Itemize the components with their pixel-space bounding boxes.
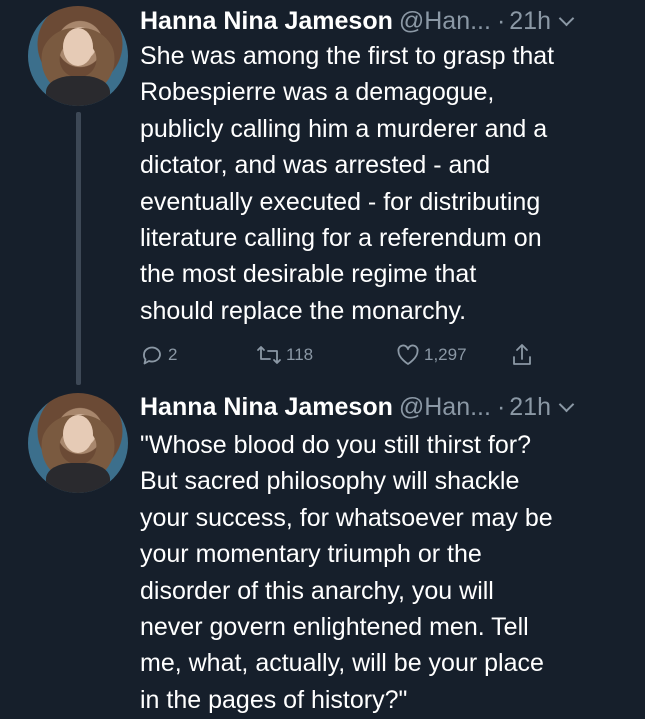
- reply-icon: [143, 346, 161, 365]
- author-handle[interactable]: @Han...: [399, 392, 491, 422]
- separator-dot: ·: [496, 7, 506, 35]
- author-name[interactable]: Hanna Nina Jameson: [140, 6, 393, 36]
- timestamp[interactable]: 21h: [509, 392, 551, 422]
- avatar-face: [63, 415, 93, 453]
- share-button[interactable]: [510, 342, 534, 368]
- tweet-header: Hanna Nina Jameson @Han... · 21h: [140, 391, 575, 423]
- reply-button[interactable]: 2: [140, 343, 256, 367]
- retweet-icon: [257, 346, 281, 364]
- avatar[interactable]: [28, 6, 128, 106]
- share-icon: [513, 344, 531, 365]
- avatar-shirt: [46, 463, 110, 493]
- tweet-actions: 2 118 1,297: [140, 338, 534, 372]
- retweet-count: 118: [286, 345, 314, 364]
- chevron-down-icon[interactable]: [558, 10, 575, 26]
- avatar[interactable]: [28, 393, 128, 493]
- like-count: 1,297: [424, 345, 467, 364]
- like-button[interactable]: 1,297: [396, 344, 510, 366]
- chevron-down-icon[interactable]: [558, 396, 575, 412]
- tweet-header: Hanna Nina Jameson @Han... · 21h: [140, 5, 575, 37]
- avatar-shirt: [46, 76, 110, 106]
- tweet-text: She was among the first to grasp that Ro…: [140, 42, 555, 325]
- timestamp[interactable]: 21h: [509, 6, 551, 36]
- separator-dot: ·: [496, 393, 506, 421]
- tweet[interactable]: Hanna Nina Jameson @Han... · 21h She was…: [0, 0, 645, 385]
- reply-count: 2: [168, 345, 178, 364]
- tweet-text: "Whose blood do you still thirst for? Bu…: [140, 431, 553, 714]
- author-handle[interactable]: @Han...: [399, 6, 491, 36]
- retweet-button[interactable]: 118: [256, 344, 396, 366]
- thread-line: [76, 112, 81, 385]
- avatar-face: [63, 28, 93, 66]
- author-name[interactable]: Hanna Nina Jameson: [140, 392, 393, 422]
- like-icon: [397, 344, 419, 365]
- tweet[interactable]: Hanna Nina Jameson @Han... · 21h "Whose …: [0, 385, 645, 719]
